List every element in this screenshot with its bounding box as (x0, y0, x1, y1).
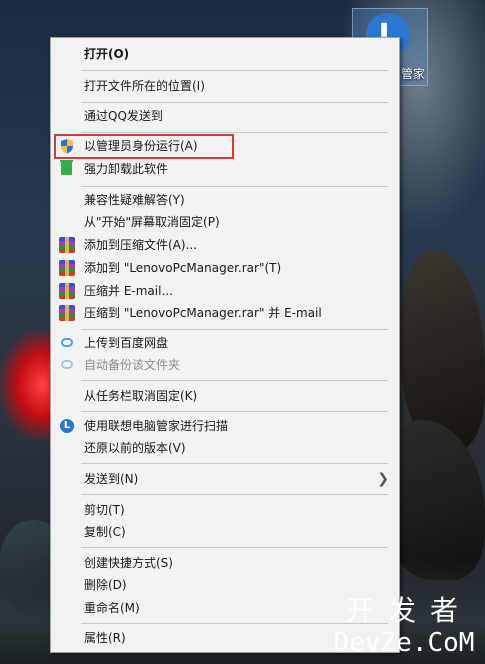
winrar-icon (59, 260, 75, 276)
menu-item-compress-to-rar-and-email[interactable]: 压缩到 "LenovoPcManager.rar" 并 E-mail (51, 302, 399, 324)
menu-item-unpin-from-taskbar[interactable]: 从任务栏取消固定(K) (51, 385, 399, 407)
highlight-box (54, 134, 234, 159)
lenovo-icon: L (60, 419, 74, 433)
menu-item-scan-with-lenovo-manager[interactable]: L 使用联想电脑管家进行扫描 (51, 415, 399, 437)
winrar-icon (59, 237, 75, 253)
menu-item-auto-backup-folder[interactable]: 自动备份该文件夹 (51, 354, 399, 376)
winrar-icon (59, 305, 75, 321)
menu-item-open[interactable]: 打开(O) (51, 43, 399, 65)
menu-separator (81, 132, 388, 133)
menu-separator (81, 380, 388, 381)
menu-separator (81, 411, 388, 412)
trash-icon (60, 160, 73, 175)
menu-item-unpin-from-start[interactable]: 从"开始"屏幕取消固定(P) (51, 211, 399, 233)
menu-item-copy[interactable]: 复制(C) (51, 521, 399, 543)
menu-item-open-file-location[interactable]: 打开文件所在的位置(I) (51, 75, 399, 97)
menu-item-compress-and-email[interactable]: 压缩并 E-mail... (51, 280, 399, 302)
menu-separator (81, 329, 388, 330)
menu-separator (81, 463, 388, 464)
menu-item-send-to[interactable]: 发送到(N) ❯ (51, 468, 399, 490)
watermark-line2: DevZe.CoM (333, 628, 475, 658)
menu-item-delete[interactable]: 删除(D) (51, 574, 399, 596)
context-menu: 打开(O) 打开文件所在的位置(I) 通过QQ发送到 以管理员身份运行(A) 强… (50, 37, 400, 653)
menu-item-add-to-archive[interactable]: 添加到压缩文件(A)... (51, 234, 399, 256)
menu-separator (81, 186, 388, 187)
menu-separator (81, 494, 388, 495)
menu-item-cut[interactable]: 剪切(T) (51, 499, 399, 521)
watermark: 开发者 DevZe.CoM (328, 594, 480, 660)
menu-item-force-uninstall[interactable]: 强力卸载此软件 (51, 158, 399, 180)
watermark-line1: 开发者 (345, 594, 472, 627)
menu-item-troubleshoot-compatibility[interactable]: 兼容性疑难解答(Y) (51, 189, 399, 211)
menu-separator (81, 70, 388, 71)
baidu-cloud-icon (61, 360, 73, 369)
chevron-right-icon: ❯ (377, 471, 389, 487)
menu-separator (81, 547, 388, 548)
menu-item-send-via-qq[interactable]: 通过QQ发送到 (51, 105, 399, 127)
winrar-icon (59, 283, 75, 299)
menu-item-upload-baidu-netdisk[interactable]: 上传到百度网盘 (51, 332, 399, 354)
baidu-cloud-icon (61, 338, 73, 347)
menu-separator (81, 102, 388, 103)
menu-item-add-to-rar[interactable]: 添加到 "LenovoPcManager.rar"(T) (51, 257, 399, 279)
menu-item-restore-previous-versions[interactable]: 还原以前的版本(V) (51, 437, 399, 459)
rock-formation (400, 250, 485, 450)
menu-item-create-shortcut[interactable]: 创建快捷方式(S) (51, 552, 399, 574)
